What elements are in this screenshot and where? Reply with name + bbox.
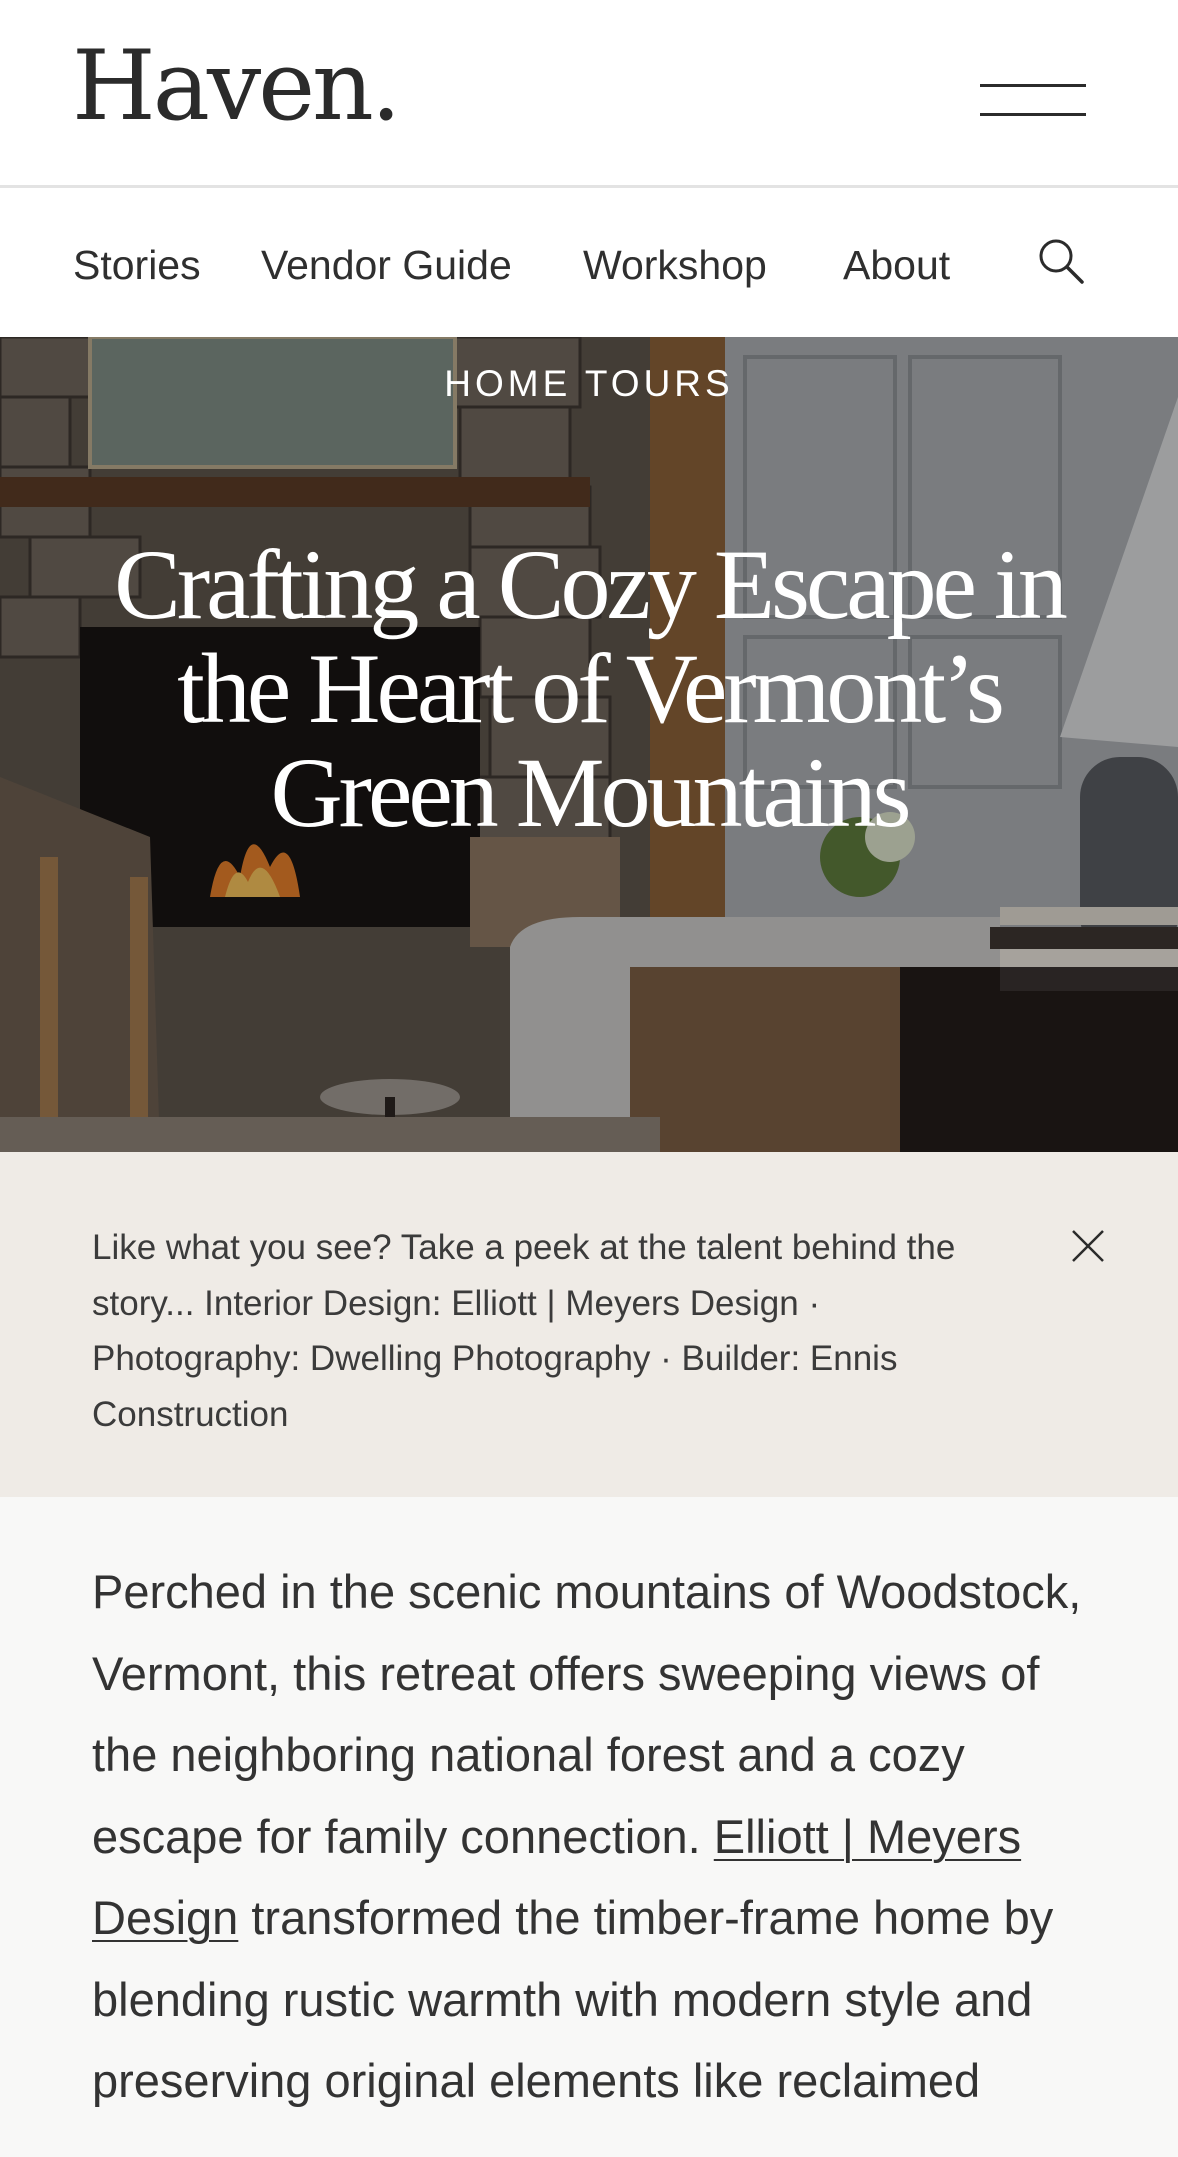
nav-item-about[interactable]: About [843,242,950,289]
article-body: Perched in the scenic mountains of Woods… [0,1497,1178,2157]
article-intro-paragraph: Perched in the scenic mountains of Woods… [92,1551,1102,2122]
hero-category-label[interactable]: HOME TOURS [0,363,1178,405]
hero-banner: HOME TOURS Crafting a Cozy Escape in the… [0,337,1178,1152]
page-title: Crafting a Cozy Escape in the Heart of V… [114,529,1068,848]
close-icon[interactable] [1070,1228,1106,1264]
nav-item-stories[interactable]: Stories [73,242,201,289]
credits-banner: Like what you see? Take a peek at the ta… [0,1152,1178,1497]
nav-item-vendor-guide[interactable]: Vendor Guide [261,242,512,289]
site-logo[interactable]: Haven. [72,38,401,134]
nav-item-workshop[interactable]: Workshop [583,242,767,289]
credits-text: Like what you see? Take a peek at the ta… [92,1228,956,1434]
site-header: Haven. [0,0,1178,188]
hamburger-menu-icon[interactable] [980,80,1086,120]
main-nav: Stories Vendor Guide Workshop About [0,188,1178,337]
search-icon[interactable] [1036,236,1086,286]
